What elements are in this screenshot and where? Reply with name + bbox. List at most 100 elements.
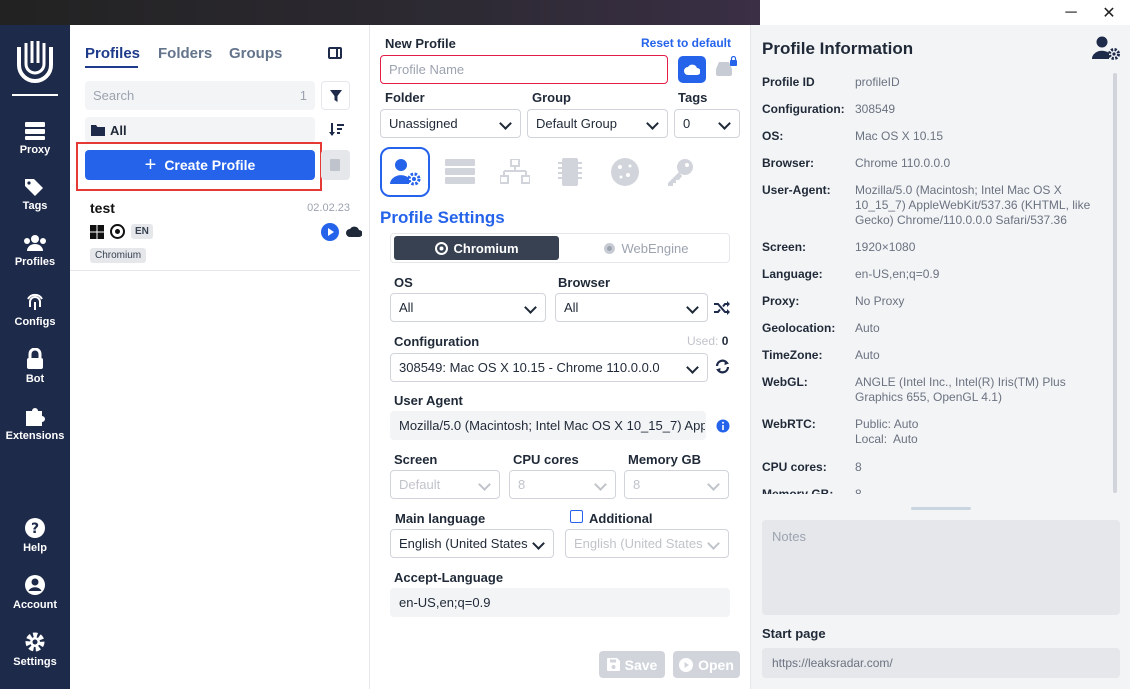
additional-checkbox[interactable] [570, 510, 583, 523]
user-agent-input[interactable]: Mozilla/5.0 (Macintosh; Intel Mac OS X 1… [390, 411, 706, 440]
tab-passwords[interactable] [655, 147, 705, 197]
info-row-geolocation: Geolocation: Auto [762, 321, 1107, 336]
info-key: User-Agent: [762, 183, 831, 197]
engine-chromium-label: Chromium [453, 240, 519, 256]
engine-chromium[interactable]: Chromium [394, 236, 559, 260]
screen-select[interactable]: Default [390, 470, 500, 499]
tab-cookies[interactable] [600, 147, 650, 197]
close-button[interactable]: ✕ [1094, 2, 1124, 24]
nav-proxy[interactable]: Proxy [0, 121, 70, 156]
memory-select[interactable]: 8 [624, 470, 729, 499]
folder-icon [91, 125, 105, 136]
user-settings-icon[interactable] [1092, 35, 1120, 61]
open-button[interactable]: Open [673, 651, 740, 678]
tab-groups[interactable]: Groups [229, 45, 282, 62]
filter-icon [329, 89, 342, 102]
info-title: Profile Information [762, 39, 914, 58]
start-page-input[interactable]: https://leaksradar.com/ [762, 648, 1120, 678]
server-icon [445, 159, 475, 184]
play-circle-icon [679, 657, 694, 672]
nav-account[interactable]: Account [0, 574, 70, 611]
minimize-button[interactable]: ─ [1056, 2, 1086, 24]
start-page-value: https://leaksradar.com/ [772, 656, 893, 670]
nav-bot[interactable]: Bot [0, 348, 70, 385]
tab-network-settings[interactable] [490, 147, 540, 197]
accept-language-input[interactable]: en-US,en;q=0.9 [390, 588, 730, 617]
refresh-icon[interactable] [715, 359, 730, 374]
info-value: Mac OS X 10.15 [855, 129, 944, 143]
info-row-webgl: WebGL: ANGLE (Intel Inc., Intel(R) Iris(… [762, 375, 1107, 405]
app-logo [17, 41, 53, 83]
info-value: profileID [855, 75, 900, 89]
info-value: Mozilla/5.0 (Macintosh; Intel Mac OS X 1… [855, 183, 1091, 227]
info-key: Screen: [762, 240, 807, 254]
main-language-select[interactable]: English (United States [390, 529, 554, 558]
profile-name-input[interactable]: Profile Name [380, 55, 668, 84]
search-count: 1 [299, 88, 307, 103]
engine-webengine[interactable]: WebEngine [563, 236, 728, 260]
profile-information-panel: Profile Information Profile ID profileID… [750, 25, 1130, 689]
browser-select[interactable]: All [555, 293, 708, 322]
info-row-proxy: Proxy: No Proxy [762, 294, 1107, 309]
search-input[interactable]: Search 1 [85, 81, 315, 110]
info-value: 8 [855, 460, 862, 474]
info-icon[interactable] [716, 419, 730, 433]
additional-language-select[interactable]: English (United States [565, 529, 729, 558]
fingerprint-icon [27, 293, 43, 310]
logo-divider [12, 94, 58, 96]
folder-label: All [110, 122, 127, 138]
configuration-label: Configuration [394, 334, 480, 349]
nav-help[interactable]: ? Help [0, 517, 70, 554]
resize-handle[interactable] [911, 507, 971, 510]
info-key: Memory GB: [762, 487, 834, 494]
save-button[interactable]: Save [599, 651, 665, 678]
quick-profile-button[interactable] [321, 150, 350, 180]
info-row-browser: Browser: Chrome 110.0.0.0 [762, 156, 1107, 171]
nav-label: Tags [22, 200, 48, 212]
info-value: Auto [855, 321, 880, 335]
browser-label: Browser [558, 275, 611, 290]
nav-configs[interactable]: Configs [0, 291, 70, 328]
tab-folders[interactable]: Folders [158, 45, 212, 62]
notes-input[interactable]: Notes [762, 520, 1120, 615]
os-select[interactable]: All [390, 293, 546, 322]
tab-profiles[interactable]: Profiles [85, 45, 140, 62]
shuffle-icon[interactable] [714, 301, 730, 315]
key-icon [668, 159, 693, 186]
folder-select[interactable]: Unassigned [380, 109, 521, 138]
cpu-select[interactable]: 8 [509, 470, 616, 499]
nav-extensions[interactable]: Extensions [0, 405, 70, 442]
cloud-sync-button[interactable] [678, 56, 706, 83]
configuration-value: 308549: Mac OS X 10.15 - Chrome 110.0.0.… [399, 360, 660, 375]
info-row-webrtc: WebRTC: Public: Auto Local: Auto [762, 417, 1107, 447]
sort-button[interactable] [321, 115, 350, 144]
create-profile-button[interactable]: + Create Profile [85, 150, 315, 180]
tab-hardware-settings[interactable] [545, 147, 595, 197]
panel-toggle-icon[interactable] [328, 47, 342, 59]
start-profile-button[interactable] [321, 223, 339, 241]
local-storage-button[interactable] [713, 55, 740, 83]
tab-proxy-settings[interactable] [435, 147, 485, 197]
os-value: All [399, 300, 414, 315]
create-profile-label: Create Profile [164, 157, 256, 173]
info-value: Auto [855, 348, 880, 362]
folder-all[interactable]: All [85, 117, 315, 143]
chrome-icon [110, 224, 125, 239]
info-key: WebRTC: [762, 417, 816, 431]
nav-settings[interactable]: Settings [0, 631, 70, 668]
filter-button[interactable] [321, 81, 350, 110]
lock-icon [27, 348, 43, 369]
main-language-label: Main language [395, 511, 486, 526]
group-label: Group [532, 90, 571, 105]
tags-select[interactable]: 0 [674, 109, 740, 138]
nav-profiles[interactable]: Profiles [0, 233, 70, 268]
tab-profile-settings[interactable] [380, 147, 430, 197]
group-select[interactable]: Default Group [527, 109, 668, 138]
info-scrollbar[interactable] [1113, 73, 1117, 493]
configuration-select[interactable]: 308549: Mac OS X 10.15 - Chrome 110.0.0.… [390, 353, 708, 382]
profile-list-item[interactable]: test 02.02.23 EN Chromium [85, 200, 362, 270]
info-rows: Profile ID profileID Configuration: 3085… [762, 70, 1122, 494]
form-title: New Profile [385, 36, 456, 51]
reset-default-link[interactable]: Reset to default [641, 36, 731, 50]
nav-tags[interactable]: Tags [0, 177, 70, 212]
